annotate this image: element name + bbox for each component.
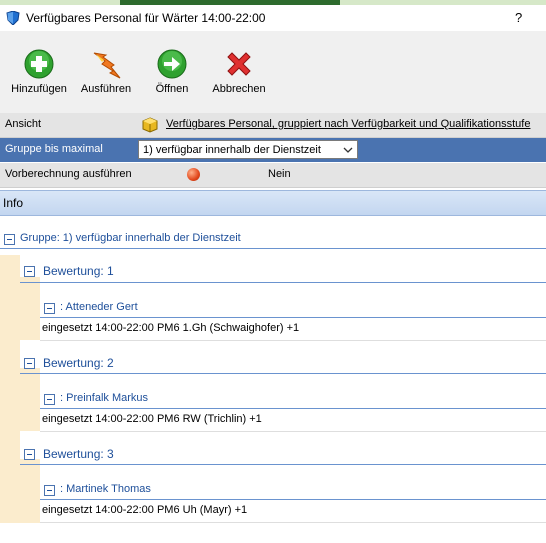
cancel-button[interactable]: Abbrechen	[207, 49, 271, 109]
rating-node-label: Bewertung: 3	[43, 447, 114, 461]
collapse-icon[interactable]	[44, 394, 55, 405]
vorberechnung-value: Nein	[268, 168, 291, 180]
tree-divider	[20, 282, 546, 283]
collapse-icon[interactable]	[24, 266, 35, 277]
open-button-label: Öffnen	[155, 83, 189, 95]
property-row-vorberechnung: Vorberechnung ausführen Nein	[0, 163, 546, 188]
shield-icon	[6, 11, 20, 25]
result-tree: Gruppe: 1) verfügbar innerhalb der Diens…	[0, 215, 546, 543]
tree-divider	[40, 317, 546, 318]
plus-icon	[24, 49, 54, 79]
person-node-label: : Preinfalk Markus	[60, 392, 149, 404]
info-title: Info	[3, 196, 24, 210]
person-node-label: : Atteneder Gert	[60, 301, 138, 313]
vorberechnung-label: Vorberechnung ausführen	[5, 168, 132, 180]
chevron-down-icon	[343, 147, 353, 153]
arrow-right-icon	[157, 49, 187, 79]
add-button[interactable]: Hinzufügen	[7, 49, 71, 109]
info-header: Info	[0, 190, 546, 216]
ansicht-link[interactable]: Verfügbares Personal, gruppiert nach Ver…	[166, 118, 530, 130]
tree-divider	[0, 248, 546, 249]
property-row-ansicht: Ansicht Verfügbares Personal, gruppiert …	[0, 113, 546, 138]
tree-indent-bar	[20, 459, 40, 523]
tree-divider	[40, 340, 546, 341]
cancel-button-label: Abbrechen	[212, 83, 266, 95]
tree-divider	[20, 464, 546, 465]
rating-node-label: Bewertung: 2	[43, 356, 114, 370]
open-button[interactable]: Öffnen	[140, 49, 204, 109]
title-bar: Verfügbares Personal für Wärter 14:00-22…	[0, 5, 546, 31]
collapse-icon[interactable]	[44, 303, 55, 314]
assignment-entry: eingesetzt 14:00-22:00 PM6 RW (Trichlin)…	[42, 413, 262, 425]
gruppe-select-value: 1) verfügbar innerhalb der Dienstzeit	[143, 144, 321, 156]
tree-divider	[20, 373, 546, 374]
tree-divider	[40, 522, 546, 523]
collapse-icon[interactable]	[24, 449, 35, 460]
tree-indent-bar	[20, 277, 40, 340]
run-button-label: Ausführen	[80, 83, 132, 95]
ansicht-label: Ansicht	[5, 118, 42, 130]
person-node-label: : Martinek Thomas	[60, 483, 151, 495]
tree-indent-bar	[0, 255, 20, 523]
property-row-gruppe: Gruppe bis maximal 1) verfügbar innerhal…	[0, 138, 546, 162]
tree-divider	[40, 408, 546, 409]
tree-indent-bar	[20, 368, 40, 431]
window-title: Verfügbares Personal für Wärter 14:00-22…	[26, 11, 266, 25]
rating-node-label: Bewertung: 1	[43, 264, 114, 278]
collapse-icon[interactable]	[24, 358, 35, 369]
collapse-icon[interactable]	[4, 234, 15, 245]
assignment-entry: eingesetzt 14:00-22:00 PM6 Uh (Mayr) +1	[42, 504, 248, 516]
assignment-entry: eingesetzt 14:00-22:00 PM6 1.Gh (Schwaig…	[42, 322, 300, 334]
add-button-label: Hinzufügen	[11, 83, 67, 95]
collapse-icon[interactable]	[44, 485, 55, 496]
gruppe-label: Gruppe bis maximal	[5, 143, 103, 155]
tree-divider	[40, 431, 546, 432]
group-node-label: Gruppe: 1) verfügbar innerhalb der Diens…	[20, 232, 241, 244]
run-button[interactable]: Ausführen	[74, 49, 138, 109]
toolbar: Hinzufügen Ausführen Öffnen Abbrechen	[0, 31, 546, 114]
help-button[interactable]: ?	[515, 10, 522, 25]
gruppe-select[interactable]: 1) verfügbar innerhalb der Dienstzeit	[138, 140, 358, 159]
lightning-icon	[93, 52, 121, 79]
close-icon	[227, 52, 251, 76]
tree-divider	[40, 499, 546, 500]
cube-icon	[142, 117, 158, 133]
status-orb-icon[interactable]	[187, 168, 200, 181]
